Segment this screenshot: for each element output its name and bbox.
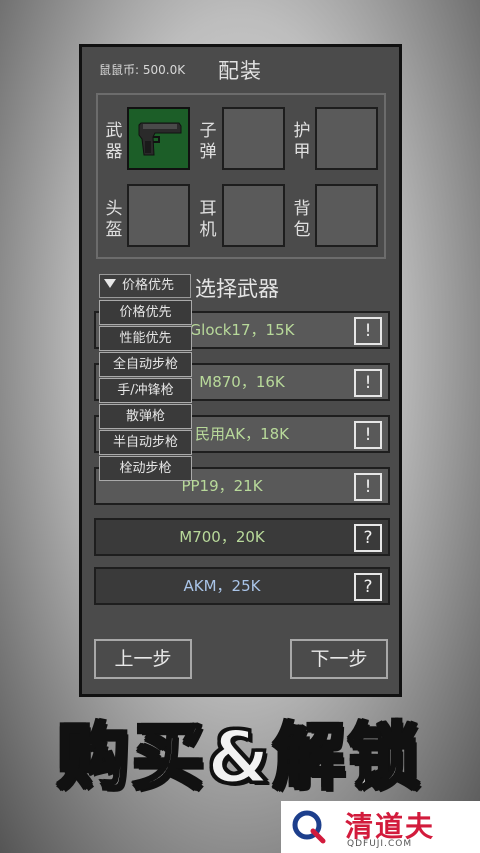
sort-selected: 价格优先	[122, 278, 175, 293]
slot-ammo[interactable]	[222, 107, 285, 170]
slot-headset[interactable]	[222, 184, 285, 247]
loadout-panel: 鼠鼠币: 500.0K 配装 武器 子弹 护甲 头盔 耳机 背包 选择武器 Gl…	[79, 44, 402, 697]
weapon-info-button[interactable]: !	[354, 317, 382, 345]
weapon-name: AKM，25K	[183, 577, 261, 595]
slot-helmet[interactable]	[127, 184, 190, 247]
next-step-button[interactable]: 下一步	[290, 639, 388, 679]
weapon-unlock-button[interactable]: ?	[354, 573, 382, 601]
page-title: 配装	[218, 59, 262, 83]
slot-weapon[interactable]	[127, 107, 190, 170]
slot-label-headset: 耳机	[199, 199, 217, 240]
weapon-info-button[interactable]: !	[354, 473, 382, 501]
currency-display: 鼠鼠币: 500.0K	[99, 63, 186, 77]
slot-label-ammo: 子弹	[199, 121, 217, 162]
slot-label-weapon: 武器	[105, 121, 123, 162]
weapon-info-button[interactable]: !	[354, 369, 382, 397]
slot-label-helmet: 头盔	[105, 199, 123, 240]
watermark-logo-icon	[292, 810, 326, 844]
sort-option[interactable]: 半自动步枪	[99, 430, 192, 455]
pistol-icon	[138, 122, 182, 156]
equipment-slots: 武器 子弹 护甲 头盔 耳机 背包	[96, 93, 386, 259]
prev-step-button[interactable]: 上一步	[94, 639, 192, 679]
promo-banner-text: 购买&解锁	[56, 714, 423, 801]
sort-menu: 价格优先 性能优先 全自动步枪 手/冲锋枪 散弹枪 半自动步枪 栓动步枪	[99, 300, 192, 482]
slot-backpack[interactable]	[315, 184, 378, 247]
watermark: 清道夫 QDFUJI.COM	[281, 801, 480, 853]
watermark-url: QDFUJI.COM	[347, 839, 413, 849]
triangle-down-icon	[104, 279, 116, 288]
weapon-row-locked[interactable]: M700，20K ?	[94, 518, 390, 556]
select-weapon-title: 选择武器	[195, 277, 279, 301]
sort-option[interactable]: 手/冲锋枪	[99, 378, 192, 403]
slot-label-armor: 护甲	[293, 121, 311, 162]
weapon-unlock-button[interactable]: ?	[354, 524, 382, 552]
weapon-row-locked[interactable]: AKM，25K ?	[94, 567, 390, 605]
slot-label-backpack: 背包	[293, 199, 311, 240]
sort-option[interactable]: 全自动步枪	[99, 352, 192, 377]
sort-option[interactable]: 性能优先	[99, 326, 192, 351]
weapon-info-button[interactable]: !	[354, 421, 382, 449]
sort-dropdown[interactable]: 价格优先	[99, 274, 191, 298]
sort-option[interactable]: 栓动步枪	[99, 456, 192, 481]
sort-option[interactable]: 散弹枪	[99, 404, 192, 429]
slot-armor[interactable]	[315, 107, 378, 170]
weapon-name: M700，20K	[179, 528, 265, 546]
sort-option[interactable]: 价格优先	[99, 300, 192, 325]
